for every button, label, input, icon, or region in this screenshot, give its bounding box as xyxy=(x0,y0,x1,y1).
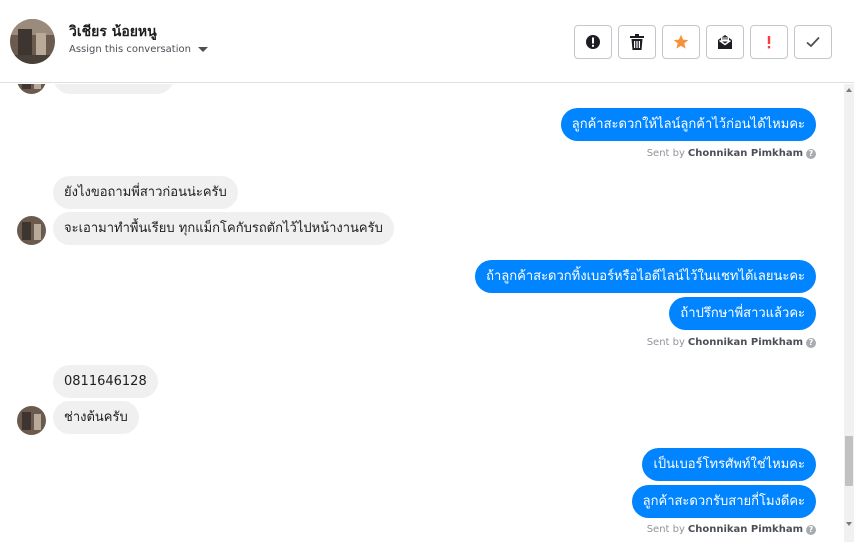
incoming-message: จะเอามาทำพื้นเรียบ ทุกแม็กโคกับรถตักไว้ไ… xyxy=(53,212,394,245)
conversation-actions xyxy=(574,25,832,59)
mark-done-button[interactable] xyxy=(794,25,832,59)
caret-down-icon xyxy=(197,47,208,52)
outgoing-message: ลูกค้าสะดวกให้ไลน์ลูกค้าไว้ก่อนได้ไหมคะ xyxy=(560,108,816,141)
sent-by-label: Sent by Chonnikan Pimkham ? xyxy=(647,148,816,159)
alert-circle-icon xyxy=(586,35,600,49)
incoming-message: ยังไงขอถามพี่สาวก่อนน่ะครับ xyxy=(53,176,238,209)
vertical-scrollbar[interactable] xyxy=(844,84,854,542)
outgoing-message: ลูกค้าสะดวกรับสายกี่โมงดีคะ xyxy=(631,485,816,518)
mark-important-button[interactable] xyxy=(750,25,788,59)
help-icon[interactable]: ? xyxy=(806,337,816,348)
help-icon[interactable]: ? xyxy=(806,148,816,159)
scroll-down-arrow-icon[interactable] xyxy=(846,522,852,526)
conversation-header: วิเชียร น้อยหนู Assign this conversation xyxy=(0,0,854,83)
chat-window: วิเชียร น้อยหนู Assign this conversation xyxy=(0,0,854,542)
report-spam-button[interactable] xyxy=(574,25,612,59)
sent-by-agent: Chonnikan Pimkham xyxy=(687,337,803,348)
assign-conversation-dropdown[interactable]: Assign this conversation xyxy=(69,44,208,55)
contact-name: วิเชียร น้อยหนู xyxy=(69,24,157,40)
star-button[interactable] xyxy=(662,25,700,59)
assign-label: Assign this conversation xyxy=(69,44,191,55)
delete-button[interactable] xyxy=(618,25,656,59)
outgoing-message: ถ้าลูกค้าสะดวกทิ้งเบอร์หรือไอดีไลน์ไว้ใน… xyxy=(475,260,816,293)
sent-by-prefix: Sent by xyxy=(646,148,685,159)
outgoing-message: เป็นเบอร์โทรศัพท์ใช่ไหมคะ xyxy=(642,448,816,481)
sent-by-prefix: Sent by xyxy=(646,524,685,535)
incoming-message-partial xyxy=(53,84,174,94)
check-icon xyxy=(806,36,820,48)
help-icon[interactable]: ? xyxy=(806,524,816,535)
sent-by-label: Sent by Chonnikan Pimkham ? xyxy=(647,337,816,348)
contact-mini-avatar xyxy=(17,406,46,435)
scroll-up-arrow-icon[interactable] xyxy=(846,88,852,92)
incoming-message: ช่างต้นครับ xyxy=(53,401,139,434)
contact-mini-avatar xyxy=(17,216,46,245)
envelope-icon xyxy=(718,35,732,49)
sent-by-agent: Chonnikan Pimkham xyxy=(687,148,803,159)
message-list[interactable]: ลูกค้าสะดวกให้ไลน์ลูกค้าไว้ก่อนได้ไหมคะ … xyxy=(0,84,844,542)
incoming-message: 0811646128 xyxy=(53,365,158,398)
outgoing-message: ถ้าปรึกษาพี่สาวแล้วคะ xyxy=(669,297,816,330)
mark-unread-button[interactable] xyxy=(706,25,744,59)
sent-by-prefix: Sent by xyxy=(646,337,685,348)
star-icon xyxy=(673,34,689,49)
contact-avatar[interactable] xyxy=(10,19,55,64)
exclamation-icon xyxy=(767,36,771,49)
sent-by-label: Sent by Chonnikan Pimkham ? xyxy=(647,524,816,535)
contact-mini-avatar xyxy=(17,84,46,94)
scroll-thumb[interactable] xyxy=(845,436,853,486)
trash-icon xyxy=(630,34,644,50)
sent-by-agent: Chonnikan Pimkham xyxy=(687,524,803,535)
